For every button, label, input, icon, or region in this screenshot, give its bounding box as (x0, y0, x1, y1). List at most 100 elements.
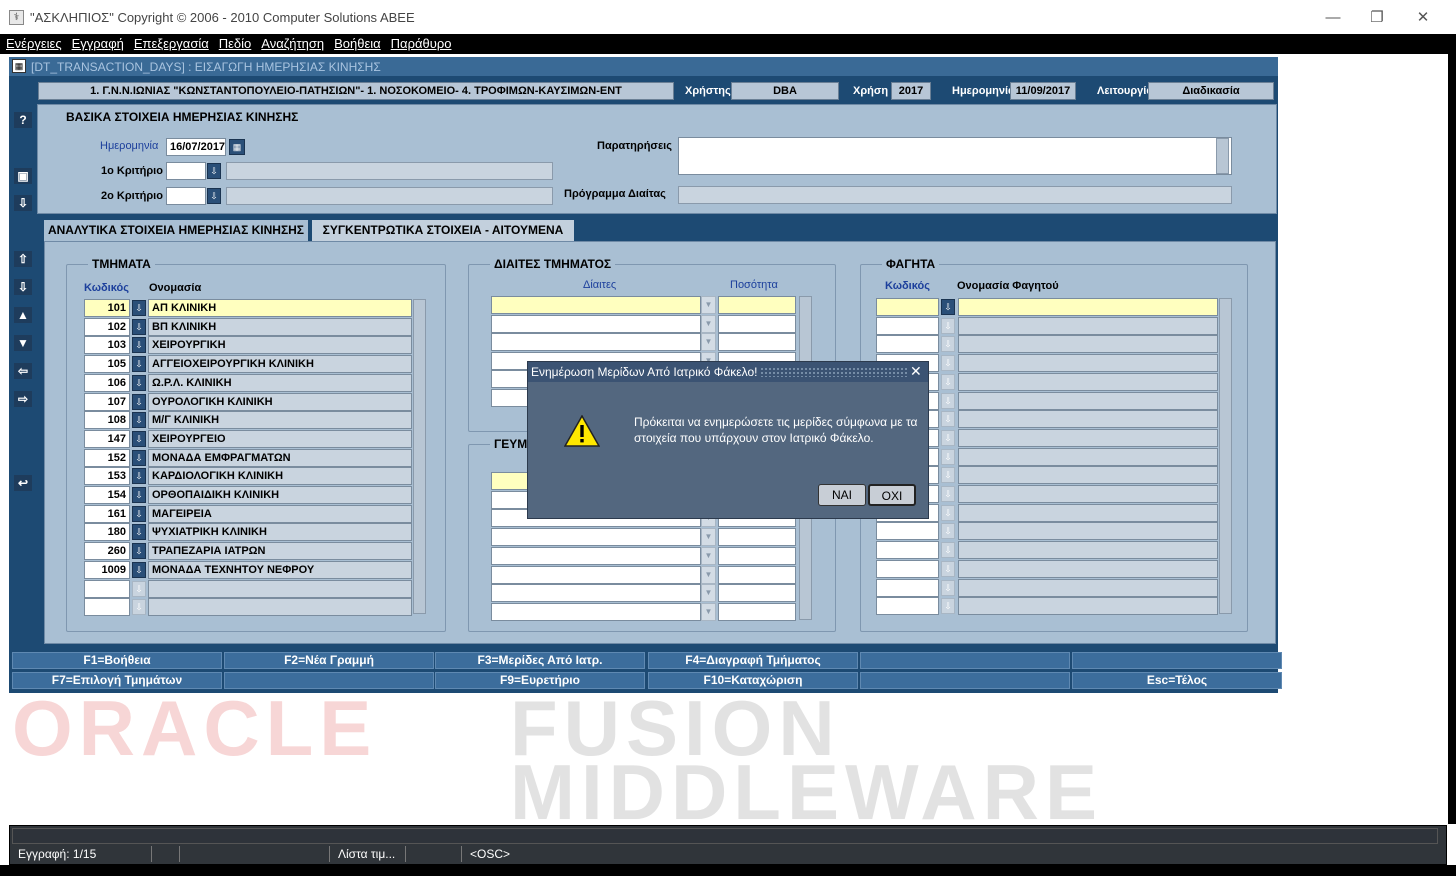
fkey-row2-6[interactable]: Esc=Τέλος (1072, 672, 1282, 689)
fkey-row1-5[interactable] (860, 652, 1070, 669)
fkey-row1-6[interactable] (1072, 652, 1282, 669)
meal-dropdown-icon[interactable]: ▼ (701, 566, 716, 584)
criterion2-input[interactable] (166, 187, 206, 205)
department-code-cell[interactable]: 161 (84, 505, 130, 523)
food-lov-icon[interactable]: ⇩ (941, 561, 955, 577)
minimize-button[interactable]: — (1318, 6, 1348, 30)
meal-quantity-cell[interactable] (718, 547, 796, 565)
food-code-cell[interactable] (876, 335, 939, 353)
department-lov-icon[interactable]: ⇩ (132, 300, 146, 316)
meal-dropdown-icon[interactable]: ▼ (701, 547, 716, 565)
food-lov-icon[interactable]: ⇩ (941, 355, 955, 371)
forward-icon[interactable]: ⇨ (14, 391, 32, 407)
help-icon[interactable]: ? (14, 112, 32, 128)
department-lov-icon[interactable]: ⇩ (132, 375, 146, 391)
department-code-cell[interactable]: 152 (84, 449, 130, 467)
department-lov-icon[interactable]: ⇩ (132, 487, 146, 503)
first-record-icon[interactable]: ⇧ (14, 251, 32, 267)
menu-actions[interactable]: Ενέργειες (0, 34, 66, 51)
department-code-cell[interactable]: 1009 (84, 561, 130, 579)
food-lov-icon[interactable]: ⇩ (941, 598, 955, 614)
menu-field[interactable]: Πεδίο (213, 34, 256, 51)
diet-cell[interactable] (491, 315, 701, 333)
department-lov-icon[interactable]: ⇩ (132, 394, 146, 410)
department-code-cell[interactable]: 103 (84, 336, 130, 354)
department-lov-icon[interactable]: ⇩ (132, 543, 146, 559)
meal-cell[interactable] (491, 566, 701, 584)
calendar-icon[interactable]: ▦ (229, 139, 245, 155)
food-code-cell[interactable] (876, 541, 939, 559)
department-lov-icon[interactable]: ⇩ (132, 506, 146, 522)
food-lov-icon[interactable]: ⇩ (941, 467, 955, 483)
meal-dropdown-icon[interactable]: ▼ (701, 584, 716, 602)
food-lov-icon[interactable]: ⇩ (941, 374, 955, 390)
department-code-cell[interactable] (84, 598, 130, 616)
department-lov-icon[interactable]: ⇩ (132, 468, 146, 484)
tab-summary[interactable]: ΣΥΓΚΕΝΤΡΩΤΙΚΑ ΣΤΟΙΧΕΙΑ - ΑΙΤΟΥΜΕΝΑ ΥΛΙΚΑ (312, 220, 574, 258)
department-code-cell[interactable]: 101 (84, 299, 130, 317)
menu-window[interactable]: Παράθυρο (385, 34, 456, 51)
food-lov-icon[interactable]: ⇩ (941, 393, 955, 409)
diet-quantity-cell[interactable] (718, 315, 796, 333)
food-lov-icon[interactable]: ⇩ (941, 336, 955, 352)
dialog-yes-button[interactable]: ΝΑΙ (818, 484, 866, 506)
diet-quantity-cell[interactable] (718, 333, 796, 351)
food-code-cell[interactable] (876, 579, 939, 597)
back-icon[interactable]: ⇦ (14, 363, 32, 379)
last-record-icon[interactable]: ⇩ (14, 279, 32, 295)
department-code-cell[interactable]: 154 (84, 486, 130, 504)
department-lov-icon[interactable]: ⇩ (132, 356, 146, 372)
meal-dropdown-icon[interactable]: ▼ (701, 603, 716, 621)
restore-button[interactable]: ❐ (1362, 6, 1392, 30)
department-code-cell[interactable]: 147 (84, 430, 130, 448)
food-lov-icon[interactable]: ⇩ (941, 449, 955, 465)
food-lov-icon[interactable]: ⇩ (941, 299, 955, 315)
criterion1-input[interactable] (166, 162, 206, 180)
meal-cell[interactable] (491, 603, 701, 621)
department-lov-icon[interactable]: ⇩ (132, 319, 146, 335)
criterion2-lov-icon[interactable]: ⇩ (207, 188, 221, 204)
department-code-cell[interactable]: 153 (84, 467, 130, 485)
fkey-row1-3[interactable]: F3=Μερίδες Από Ιατρ. (435, 652, 645, 669)
food-lov-icon[interactable]: ⇩ (941, 523, 955, 539)
meal-cell[interactable] (491, 584, 701, 602)
menu-help[interactable]: Βοήθεια (328, 34, 385, 51)
previous-icon[interactable]: ▲ (14, 307, 32, 323)
meal-quantity-cell[interactable] (718, 528, 796, 546)
department-code-cell[interactable] (84, 580, 130, 598)
department-lov-icon[interactable]: ⇩ (132, 337, 146, 353)
food-code-cell[interactable] (876, 298, 939, 316)
departments-scrollbar[interactable] (413, 299, 426, 614)
diet-dropdown-icon[interactable]: ▼ (701, 333, 716, 351)
food-lov-icon[interactable]: ⇩ (941, 505, 955, 521)
fkey-row1-1[interactable]: F1=Βοήθεια (12, 652, 222, 669)
department-lov-icon[interactable]: ⇩ (132, 581, 146, 597)
menu-record[interactable]: Εγγραφή (66, 34, 128, 51)
diet-cell[interactable] (491, 333, 701, 351)
notes-textarea[interactable] (678, 137, 1232, 175)
diet-cell[interactable] (491, 296, 701, 314)
department-code-cell[interactable]: 180 (84, 523, 130, 541)
department-code-cell[interactable]: 106 (84, 374, 130, 392)
food-code-cell[interactable] (876, 597, 939, 615)
undo-icon[interactable]: ↩ (14, 475, 32, 491)
meal-quantity-cell[interactable] (718, 603, 796, 621)
department-lov-icon[interactable]: ⇩ (132, 524, 146, 540)
department-code-cell[interactable]: 107 (84, 393, 130, 411)
department-code-cell[interactable]: 108 (84, 411, 130, 429)
notes-scrollbar[interactable] (1216, 138, 1229, 174)
dialog-close-icon[interactable]: ✕ (910, 363, 922, 380)
criterion1-lov-icon[interactable]: ⇩ (207, 163, 221, 179)
department-code-cell[interactable]: 102 (84, 318, 130, 336)
meal-dropdown-icon[interactable]: ▼ (701, 528, 716, 546)
fkey-row1-4[interactable]: F4=Διαγραφή Τμήματος (648, 652, 858, 669)
dialog-no-button[interactable]: ΟΧΙ (868, 484, 916, 506)
fkey-row1-2[interactable]: F2=Νέα Γραμμή (224, 652, 434, 669)
basic-date-input[interactable]: 16/07/2017 (166, 138, 226, 156)
menu-search[interactable]: Αναζήτηση (255, 34, 328, 51)
download-icon[interactable]: ⇩ (14, 195, 32, 211)
diet-dropdown-icon[interactable]: ▼ (701, 315, 716, 333)
department-lov-icon[interactable]: ⇩ (132, 562, 146, 578)
food-code-cell[interactable] (876, 317, 939, 335)
close-window-button[interactable]: ✕ (1408, 6, 1438, 30)
